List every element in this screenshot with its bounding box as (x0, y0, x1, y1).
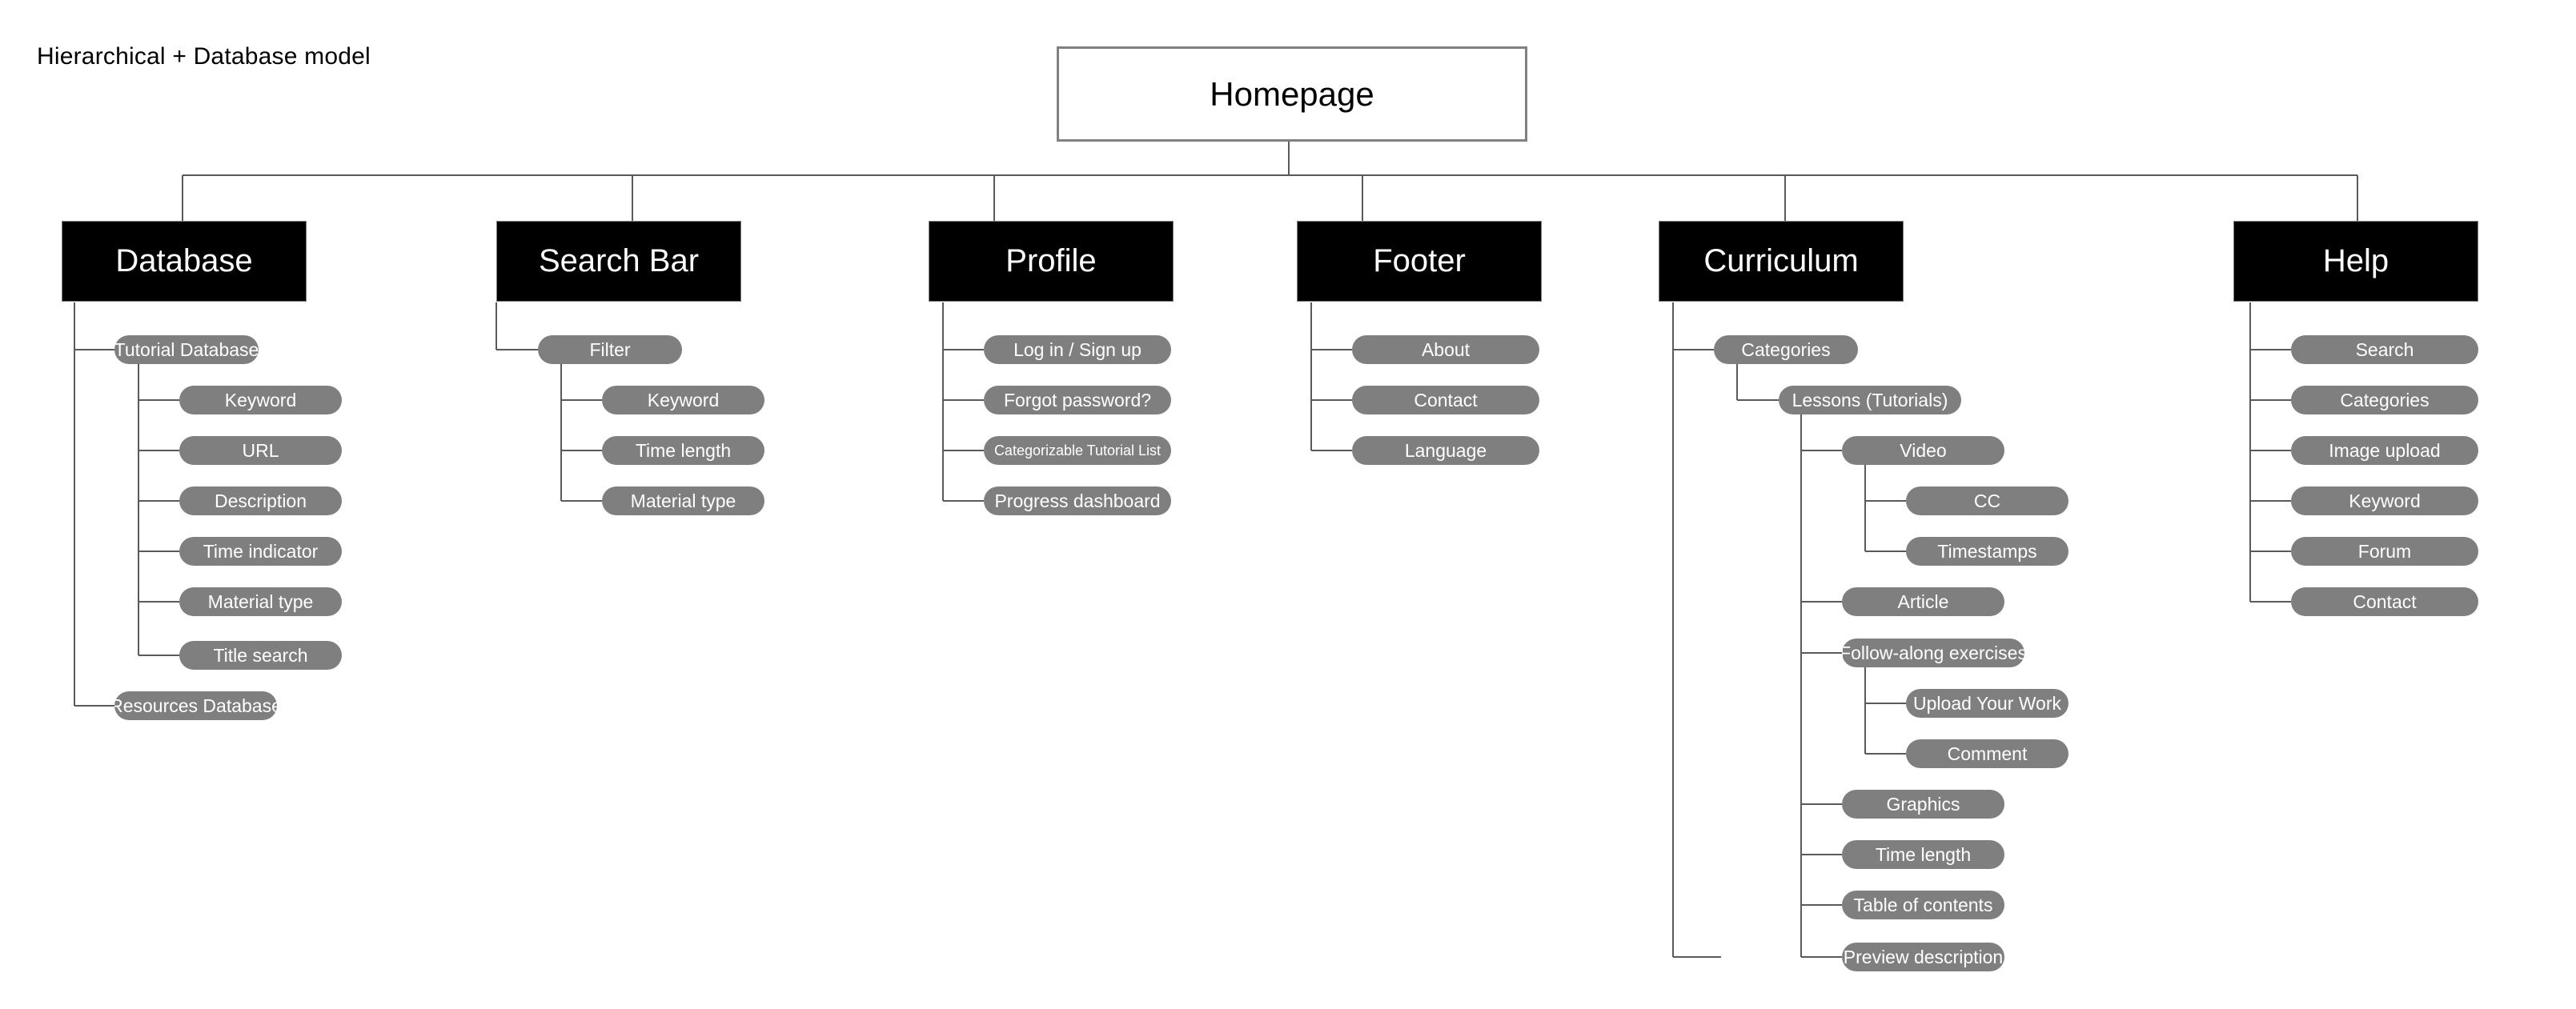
node-cc[interactable]: CC (1906, 486, 2068, 515)
section-search-bar[interactable]: Search Bar (496, 221, 741, 302)
node-homepage[interactable]: Homepage (1057, 46, 1527, 142)
node-upload-your-work[interactable]: Upload Your Work (1906, 689, 2068, 718)
node-database-url[interactable]: URL (179, 436, 342, 465)
node-categorizable-tutorial-list[interactable]: Categorizable Tutorial List (984, 436, 1171, 465)
node-help-search[interactable]: Search (2291, 335, 2478, 364)
node-database-description[interactable]: Description (179, 486, 342, 515)
section-footer[interactable]: Footer (1297, 221, 1542, 302)
node-about[interactable]: About (1352, 335, 1539, 364)
section-database[interactable]: Database (62, 221, 307, 302)
node-forgot-password[interactable]: Forgot password? (984, 386, 1171, 414)
section-help[interactable]: Help (2233, 221, 2478, 302)
node-login-signup[interactable]: Log in / Sign up (984, 335, 1171, 364)
node-graphics[interactable]: Graphics (1842, 790, 2004, 819)
node-database-keyword[interactable]: Keyword (179, 386, 342, 414)
node-contact[interactable]: Contact (1352, 386, 1539, 414)
node-preview-description[interactable]: Preview description (1842, 943, 2004, 971)
node-help-image-upload[interactable]: Image upload (2291, 436, 2478, 465)
node-language[interactable]: Language (1352, 436, 1539, 465)
node-help-contact[interactable]: Contact (2291, 587, 2478, 616)
node-video[interactable]: Video (1842, 436, 2004, 465)
node-lessons-tutorials[interactable]: Lessons (Tutorials) (1779, 386, 1961, 414)
node-filter-material-type[interactable]: Material type (602, 486, 764, 515)
node-filter-time-length[interactable]: Time length (602, 436, 764, 465)
node-follow-along-exercises[interactable]: Follow-along exercises (1842, 639, 2024, 667)
section-curriculum[interactable]: Curriculum (1659, 221, 1904, 302)
node-comment[interactable]: Comment (1906, 739, 2068, 768)
node-help-forum[interactable]: Forum (2291, 537, 2478, 566)
node-filter-keyword[interactable]: Keyword (602, 386, 764, 414)
node-tutorial-database[interactable]: Tutorial Database (114, 335, 259, 364)
node-timestamps[interactable]: Timestamps (1906, 537, 2068, 566)
node-help-keyword[interactable]: Keyword (2291, 486, 2478, 515)
node-categories[interactable]: Categories (1714, 335, 1858, 364)
node-curriculum-time-length[interactable]: Time length (1842, 840, 2004, 869)
connector-lines (74, 142, 2359, 958)
section-profile[interactable]: Profile (929, 221, 1174, 302)
node-database-title-search[interactable]: Title search (179, 641, 342, 670)
diagram-title: Hierarchical + Database model (37, 43, 371, 70)
node-progress-dashboard[interactable]: Progress dashboard (984, 486, 1171, 515)
node-database-material-type[interactable]: Material type (179, 587, 342, 616)
node-database-time-indicator[interactable]: Time indicator (179, 537, 342, 566)
node-table-of-contents[interactable]: Table of contents (1842, 891, 2004, 919)
node-filter[interactable]: Filter (538, 335, 682, 364)
diagram-canvas: Hierarchical + Database model Homepage D… (0, 0, 2576, 1009)
node-article[interactable]: Article (1842, 587, 2004, 616)
node-help-categories[interactable]: Categories (2291, 386, 2478, 414)
node-resources-database[interactable]: Resources Database (114, 691, 277, 720)
